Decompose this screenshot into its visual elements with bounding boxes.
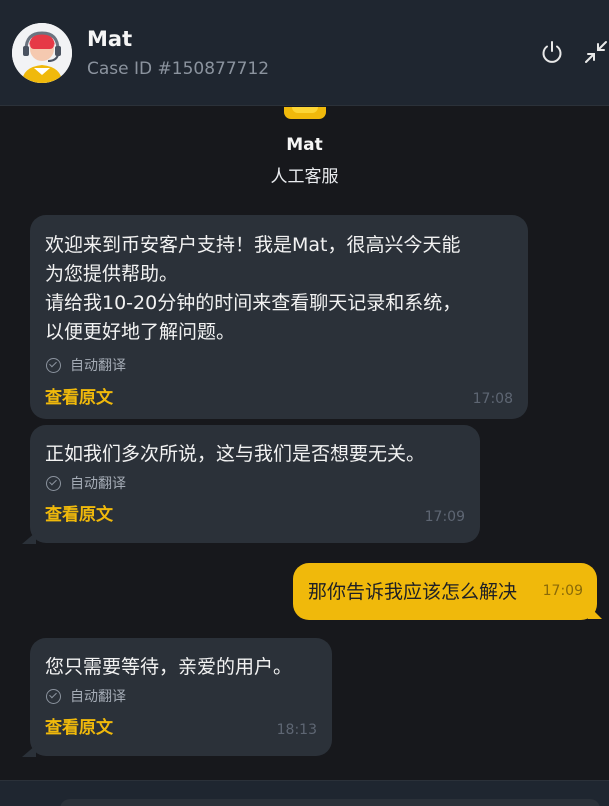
case-id: Case ID #150877712 [87,59,270,79]
user-message: 那你告诉我应该怎么解决 17:09 [293,563,597,620]
chat-header: Mat Case ID #150877712 [0,0,609,106]
agent-name: Mat [87,27,133,51]
agent-message: 欢迎来到币安客户支持！我是Mat，很高兴今天能 为您提供帮助。 请给我10-20… [30,215,528,419]
support-agent-avatar-icon [12,23,72,83]
bubble-tail [22,745,36,757]
view-original-link[interactable]: 查看原文 [45,713,113,738]
bubble-tail [22,532,36,544]
agent-avatar [12,23,72,83]
message-line: 为您提供帮助。 [45,263,179,285]
message-input[interactable] [60,799,600,806]
check-circle-icon [46,475,61,491]
message-time: 17:09 [542,583,583,599]
agent-card-name: Mat [286,135,323,155]
check-circle-icon [46,357,61,373]
check-circle-icon [46,688,61,704]
auto-translate-label: 自动翻译 [70,358,126,374]
view-original-link[interactable]: 查看原文 [45,500,113,525]
message-time: 17:08 [472,391,513,407]
message-text: 那你告诉我应该怎么解决 [308,581,518,603]
message-time: 18:13 [276,722,317,738]
message-time: 17:09 [424,509,465,525]
agent-card-decoration [284,107,326,119]
agent-card-role: 人工客服 [270,167,339,187]
message-line: 正如我们多次所说，这与我们是否想要无关。 [45,443,426,465]
power-icon[interactable] [538,38,566,66]
message-text: 欢迎来到币安客户支持！我是Mat，很高兴今天能 为您提供帮助。 请给我10-20… [45,231,461,347]
auto-translate-tag: 自动翻译 [46,686,126,706]
message-line: 以便更好地了解问题。 [45,321,236,343]
auto-translate-tag: 自动翻译 [46,473,126,493]
message-line: 请给我10-20分钟的时间来查看聊天记录和系统， [45,292,462,314]
auto-translate-tag: 自动翻译 [46,355,126,375]
message-line: 欢迎来到币安客户支持！我是Mat，很高兴今天能 [45,234,461,256]
chat-messages[interactable]: Mat 人工客服 欢迎来到币安客户支持！我是Mat，很高兴今天能 为您提供帮助。… [0,107,609,780]
auto-translate-label: 自动翻译 [70,476,126,492]
message-text: 您只需要等待，亲爱的用户。 [45,653,292,682]
minimize-icon[interactable] [582,38,609,66]
agent-message: 您只需要等待，亲爱的用户。 自动翻译 查看原文 18:13 [30,638,332,756]
agent-message: 正如我们多次所说，这与我们是否想要无关。 自动翻译 查看原文 17:09 [30,425,480,543]
chat-footer [0,780,609,806]
auto-translate-label: 自动翻译 [70,689,126,705]
message-line: 您只需要等待，亲爱的用户。 [45,656,293,678]
message-text: 正如我们多次所说，这与我们是否想要无关。 [45,440,425,469]
bubble-tail [588,605,602,619]
view-original-link[interactable]: 查看原文 [45,383,113,408]
